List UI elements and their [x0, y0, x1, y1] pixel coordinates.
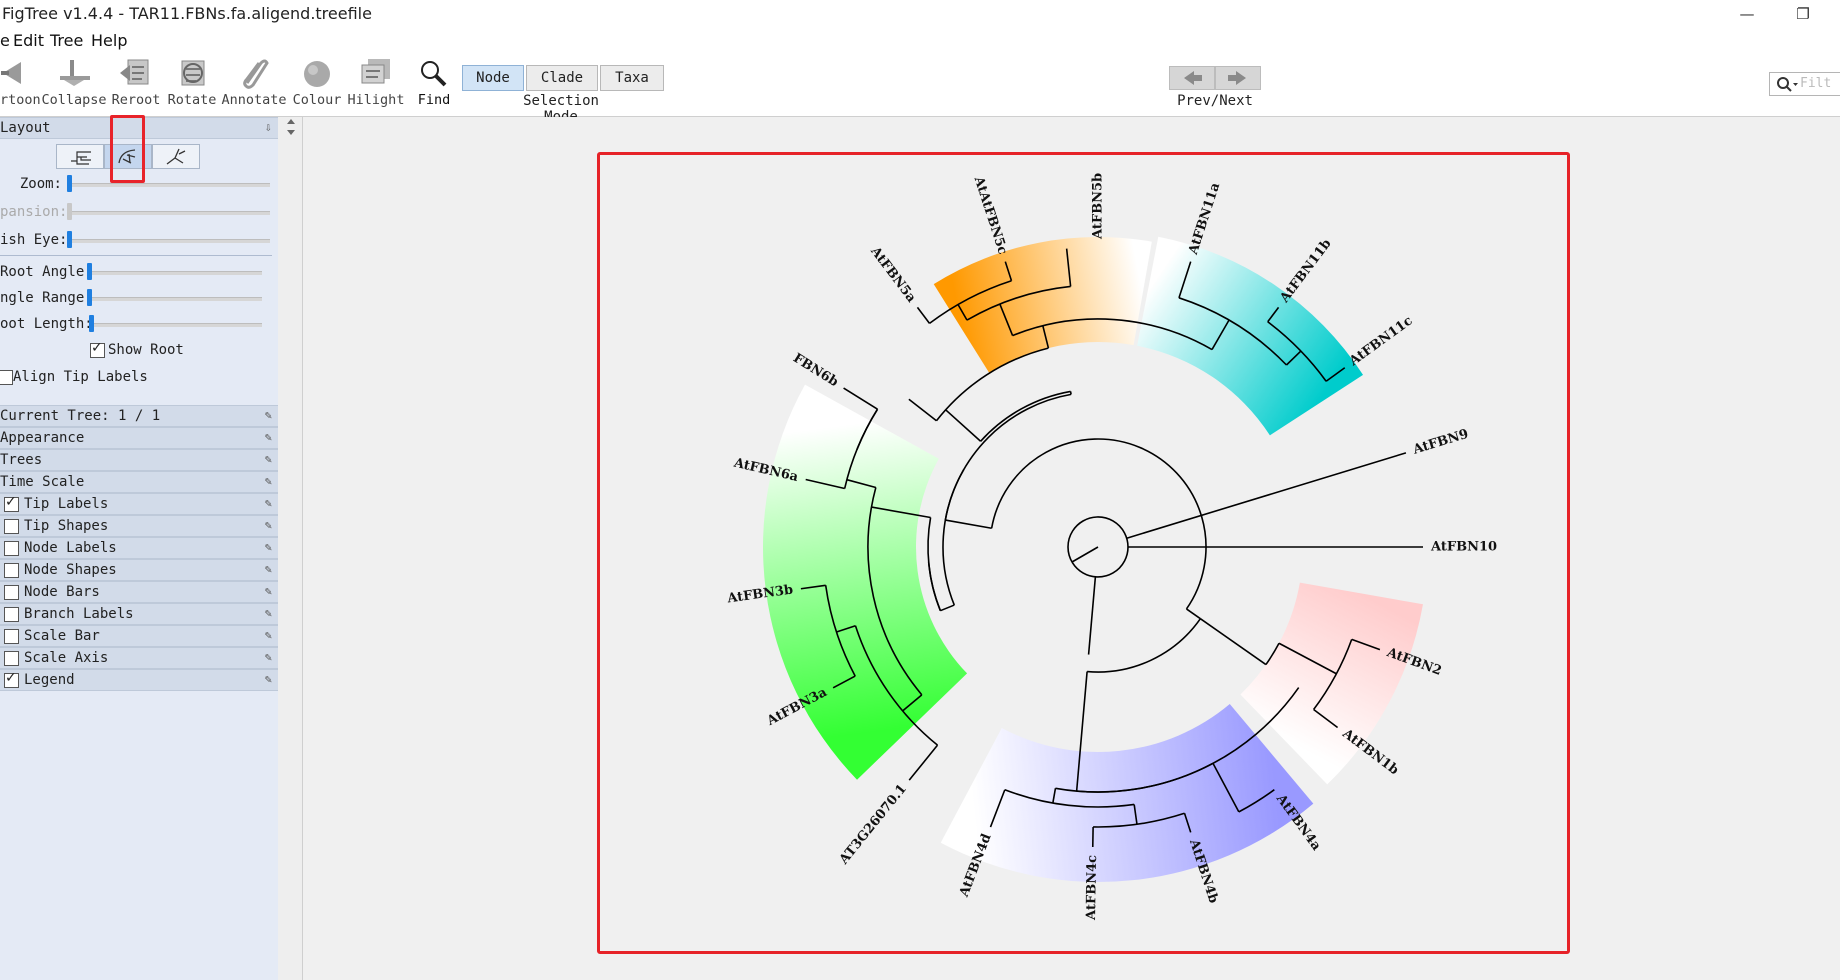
tip-label-atatfbn5c[interactable]: AtAtFBN5c: [970, 174, 1010, 256]
branch-arc[interactable]: [927, 561, 942, 611]
tip-label-atfbn11b[interactable]: AtFBN11b: [1277, 236, 1335, 306]
clade-highlights: [763, 236, 1423, 882]
root-circle[interactable]: [1067, 516, 1129, 578]
tip-label-at3g260701[interactable]: AT3G26070.1: [836, 782, 910, 868]
branch-arc[interactable]: [944, 393, 1072, 521]
branch-line[interactable]: [1186, 608, 1201, 620]
tree-view[interactable]: AtFBN10 AtFBN9 AtFBN11cAtFBN11b AtFBN11a AtF…: [0, 0, 1840, 980]
tip-label-fbn6b[interactable]: FBN6b: [790, 351, 841, 390]
root-stub[interactable]: [1071, 546, 1099, 563]
branch-line[interactable]: [945, 409, 982, 442]
branch-line[interactable]: [945, 519, 992, 530]
clade-highlight-fbn6-3[interactable]: [763, 384, 968, 780]
branch-line[interactable]: [1199, 618, 1267, 666]
branch-at3g26070[interactable]: [908, 744, 939, 781]
tip-label-atfbn11c[interactable]: AtFBN11c: [1346, 313, 1416, 369]
tip-label-atfbn5a[interactable]: AtFBN5a: [867, 243, 919, 306]
branch-line[interactable]: [908, 398, 937, 422]
clade-highlight-fbn5[interactable]: [933, 237, 1152, 374]
branch-line[interactable]: [940, 604, 955, 612]
tip-label-atfbn5b[interactable]: AtFBN5b: [1091, 173, 1106, 240]
branch-arc[interactable]: [927, 517, 942, 611]
clade-highlight-fbn11[interactable]: [1137, 236, 1364, 436]
tip-label-atfbn9[interactable]: AtFBN9: [1410, 427, 1470, 458]
clade-highlight-fbn4[interactable]: [940, 704, 1314, 882]
branch-arc[interactable]: [979, 390, 1071, 442]
branch-line[interactable]: [1087, 576, 1097, 655]
branch-atfbn5a[interactable]: [916, 306, 931, 324]
tip-label-atfbn10[interactable]: AtFBN10: [1430, 540, 1497, 555]
branch-fbn6b[interactable]: [843, 387, 878, 410]
tip-label-atfbn4c[interactable]: AtFBN4c: [1084, 855, 1100, 921]
tip-label-atfbn11a[interactable]: AtFBN11a: [1186, 180, 1224, 257]
branch-arc[interactable]: [1087, 618, 1202, 673]
